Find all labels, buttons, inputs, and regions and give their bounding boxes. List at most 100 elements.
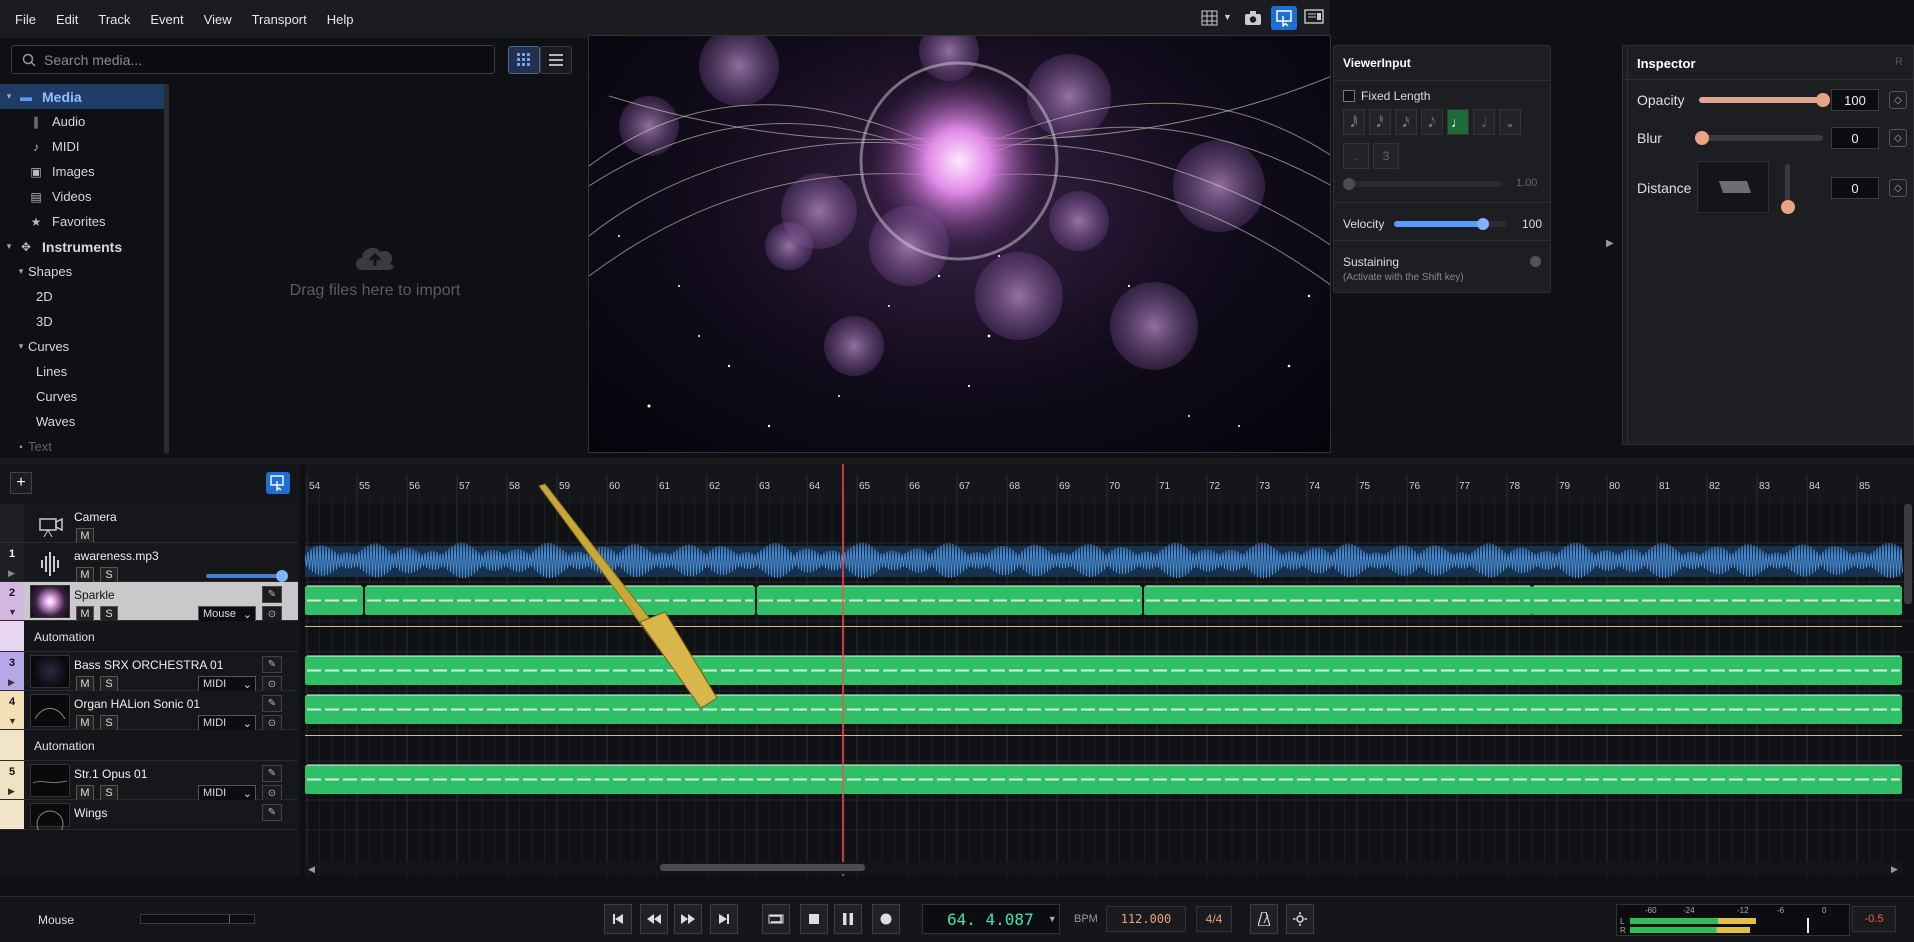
track-expand-icon[interactable]: ▶ bbox=[8, 568, 15, 579]
tree-item-curves[interactable]: Curves bbox=[0, 384, 168, 409]
tree-item-audio[interactable]: ∥ Audio bbox=[0, 109, 168, 134]
tree-item-media[interactable]: ▾ ▬ Media bbox=[0, 84, 168, 109]
viewer-input-button[interactable] bbox=[1271, 6, 1297, 30]
fixed-length-checkbox[interactable] bbox=[1343, 90, 1355, 102]
triplet-button[interactable]: 3 bbox=[1373, 143, 1399, 169]
half-note-icon[interactable]: 𝅗𝅥 bbox=[1473, 109, 1495, 135]
expand-arrow-icon[interactable]: ▾ bbox=[14, 266, 28, 277]
mute-button[interactable]: M bbox=[76, 567, 94, 583]
menu-transport[interactable]: Transport bbox=[243, 12, 316, 27]
timeline[interactable]: 54 55 56 57 58 59 60 61 62 63 64 65 66 67 68 69 70 71 72 73… bbox=[305, 464, 1914, 876]
distance-keyframe-icon[interactable]: ◇ bbox=[1889, 179, 1907, 197]
bullet-icon[interactable]: • bbox=[14, 442, 28, 452]
menu-help[interactable]: Help bbox=[318, 12, 363, 27]
record-button[interactable] bbox=[872, 904, 900, 934]
pause-button[interactable] bbox=[834, 904, 862, 934]
search-input[interactable]: Search media... bbox=[44, 52, 142, 68]
track-name[interactable]: awareness.mp3 bbox=[74, 549, 159, 563]
velocity-slider[interactable] bbox=[1394, 221, 1507, 227]
tree-item-favorites[interactable]: ★ Favorites bbox=[0, 209, 168, 234]
tree-scrollbar[interactable] bbox=[164, 84, 169, 454]
track-row-inst[interactable]: 4 ▼ Organ HALion Sonic 01 M S MIDI ⌄ ⊙ ✎ bbox=[0, 691, 298, 732]
time-signature[interactable]: 4/4 bbox=[1196, 906, 1232, 932]
track-expand-icon[interactable]: ▼ bbox=[8, 716, 17, 726]
tree-item-3d[interactable]: 3D bbox=[0, 309, 168, 334]
mute-button[interactable]: M bbox=[76, 606, 94, 622]
track-row-inst[interactable]: Wings ✎ bbox=[0, 800, 298, 838]
position-display[interactable]: 64. 4.087 ▼ bbox=[922, 904, 1060, 934]
input-select[interactable]: MIDI ⌄ bbox=[198, 785, 256, 801]
opacity-knob[interactable] bbox=[1816, 93, 1830, 107]
track-input-button[interactable] bbox=[266, 472, 290, 494]
track-row-inst[interactable]: 3 ▶ Bass SRX ORCHESTRA 01 M S MIDI ⌄ ⊙ ✎ bbox=[0, 652, 298, 693]
expand-arrow-icon[interactable]: ▾ bbox=[2, 91, 16, 102]
length-slider[interactable] bbox=[1343, 181, 1501, 187]
track-name[interactable]: Wings bbox=[74, 806, 107, 820]
tree-item-shapes[interactable]: ▾ Shapes bbox=[0, 259, 168, 284]
inspector-reset-label[interactable]: R bbox=[1895, 56, 1903, 68]
track-row-auto[interactable]: Automation bbox=[0, 730, 298, 761]
metronome-button[interactable] bbox=[1250, 904, 1278, 934]
edit-pencil-icon[interactable]: ✎ bbox=[262, 656, 282, 673]
panel-layout-button[interactable] bbox=[1304, 8, 1326, 28]
edit-pencil-icon[interactable]: ✎ bbox=[262, 765, 282, 782]
velocity-knob[interactable] bbox=[1477, 218, 1490, 230]
input-select[interactable]: MIDI ⌄ bbox=[198, 715, 256, 731]
sixtyfourth-note-icon[interactable]: 𝅘𝅥𝅱 bbox=[1343, 109, 1365, 135]
grid-dropdown-icon[interactable]: ▼ bbox=[1223, 12, 1232, 22]
expand-arrow-icon[interactable]: ▾ bbox=[2, 241, 16, 252]
mute-button[interactable]: M bbox=[76, 676, 94, 692]
fast-forward-button[interactable] bbox=[674, 904, 702, 934]
loop-button[interactable] bbox=[762, 904, 790, 934]
volume-slider[interactable] bbox=[206, 574, 284, 578]
track-row-camera[interactable]: Camera M bbox=[0, 504, 298, 544]
whole-note-icon[interactable]: 𝅝 bbox=[1499, 109, 1521, 135]
input-select[interactable]: Mouse ⌄ bbox=[198, 606, 256, 622]
edit-pencil-icon[interactable]: ✎ bbox=[262, 695, 282, 712]
mute-button[interactable]: M bbox=[76, 715, 94, 731]
tree-item-lines[interactable]: Lines bbox=[0, 359, 168, 384]
distance-preview[interactable] bbox=[1697, 161, 1769, 213]
track-row-auto[interactable]: Automation bbox=[0, 621, 298, 652]
blur-knob[interactable] bbox=[1695, 131, 1709, 145]
tree-item-images[interactable]: ▣ Images bbox=[0, 159, 168, 184]
blur-keyframe-icon[interactable]: ◇ bbox=[1889, 129, 1907, 147]
track-row-inst[interactable]: 2 ▼ Sparkle M S Mouse ⌄ ⊙ ✎ bbox=[0, 582, 298, 623]
tree-item-midi[interactable]: ♪ MIDI bbox=[0, 134, 168, 159]
tree-item-instruments[interactable]: ▾ ✥ Instruments bbox=[0, 234, 168, 259]
import-dropzone[interactable]: Drag files here to import bbox=[170, 84, 580, 456]
tree-item-curves[interactable]: ▾ Curves bbox=[0, 334, 168, 359]
go-to-start-button[interactable] bbox=[604, 904, 632, 934]
track-name[interactable]: Str.1 Opus 01 bbox=[74, 767, 147, 781]
volume-knob[interactable] bbox=[276, 570, 288, 582]
menu-edit[interactable]: Edit bbox=[47, 12, 87, 27]
tree-item-2d[interactable]: 2D bbox=[0, 284, 168, 309]
go-to-end-button[interactable] bbox=[710, 904, 738, 934]
edit-pencil-icon[interactable]: ✎ bbox=[262, 586, 282, 603]
solo-button[interactable]: S bbox=[100, 567, 118, 583]
menu-event[interactable]: Event bbox=[141, 12, 192, 27]
eighth-note-icon[interactable]: 𝅘𝅥𝅮 bbox=[1421, 109, 1443, 135]
solo-button[interactable]: S bbox=[100, 606, 118, 622]
length-slider-knob[interactable] bbox=[1343, 178, 1355, 190]
solo-button[interactable]: S bbox=[100, 715, 118, 731]
track-name[interactable]: Organ HALion Sonic 01 bbox=[74, 697, 200, 711]
list-view-button[interactable] bbox=[540, 46, 572, 74]
stop-button[interactable] bbox=[800, 904, 828, 934]
track-expand-icon[interactable]: ▶ bbox=[8, 677, 15, 688]
solo-button[interactable]: S bbox=[100, 676, 118, 692]
tree-item-videos[interactable]: ▤ Videos bbox=[0, 184, 168, 209]
position-dropdown-icon[interactable]: ▼ bbox=[1048, 914, 1057, 924]
search-box[interactable]: Search media... bbox=[11, 45, 495, 74]
blur-input[interactable]: 0 bbox=[1831, 127, 1879, 149]
mute-button[interactable]: M bbox=[76, 528, 94, 544]
dotted-button[interactable]: . bbox=[1343, 143, 1369, 169]
opacity-slider[interactable] bbox=[1699, 97, 1823, 103]
distance-input[interactable]: 0 bbox=[1831, 177, 1879, 199]
rewind-button[interactable] bbox=[640, 904, 668, 934]
thirtysecond-note-icon[interactable]: 𝅘𝅥𝅰 bbox=[1369, 109, 1391, 135]
inspector-expand-icon[interactable]: ▶ bbox=[1606, 238, 1614, 249]
viewer-canvas[interactable] bbox=[588, 35, 1331, 453]
track-row-audio[interactable]: 1 ▶ awareness.mp3 M S bbox=[0, 543, 298, 583]
snapshot-button[interactable] bbox=[1243, 8, 1263, 28]
